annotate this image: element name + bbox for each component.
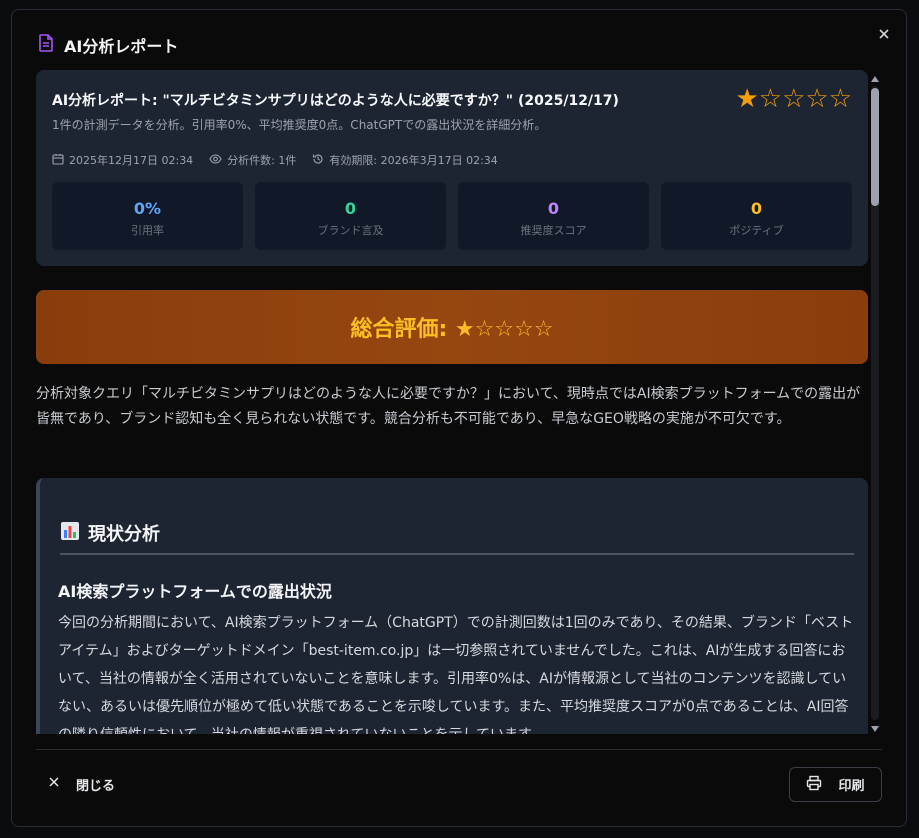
metric-label: 推奨度スコア xyxy=(520,224,587,237)
rating-stars: ★☆☆☆☆ xyxy=(735,84,852,114)
print-button[interactable]: 印刷 xyxy=(789,767,882,802)
document-icon xyxy=(38,34,54,56)
calendar-icon xyxy=(52,153,64,168)
bar-chart-icon xyxy=(60,521,80,546)
summary-title: AI分析レポート: "マルチビタミンサプリはどのような人に必要ですか？" (20… xyxy=(52,93,619,109)
metric-row: 0% 引用率 0 ブランド言及 0 推奨度スコア 0 ポジティブ xyxy=(52,182,852,250)
scrollbar[interactable] xyxy=(869,72,881,734)
metric-positive: 0 ポジティブ xyxy=(661,182,852,250)
metric-label: ポジティブ xyxy=(729,224,784,237)
meta-date: 2025年12月17日 02:34 xyxy=(52,152,193,168)
summary-description: 1件の計測データを分析。引用率0%、平均推奨度0点。ChatGPTでの露出状況を… xyxy=(52,118,547,132)
analysis-subheading: AI検索プラットフォームでの露出状況 xyxy=(58,582,332,601)
scroll-thumb[interactable] xyxy=(871,88,879,206)
metric-value: 0% xyxy=(133,199,162,218)
metric-value: 0 xyxy=(547,199,560,218)
metric-value: 0 xyxy=(750,199,763,218)
meta-expiry-text: 有効期限: 2026年3月17日 02:34 xyxy=(329,154,498,167)
meta-count: 分析件数: 1件 xyxy=(209,152,296,168)
summary-card: AI分析レポート: "マルチビタミンサプリはどのような人に必要ですか？" (20… xyxy=(36,70,868,266)
eye-icon xyxy=(209,153,222,168)
printer-icon xyxy=(806,775,822,795)
metric-label: ブランド言及 xyxy=(317,224,384,237)
meta-date-text: 2025年12月17日 02:34 xyxy=(69,154,194,167)
analysis-heading: 現状分析 xyxy=(60,520,160,546)
scroll-down-arrow-icon[interactable] xyxy=(871,726,879,732)
meta-row: 2025年12月17日 02:34 分析件数: 1件 有効期限: 2026年3月… xyxy=(52,152,498,168)
analysis-heading-text: 現状分析 xyxy=(88,524,160,545)
overall-rating-banner: 総合評価: ★☆☆☆☆ xyxy=(36,290,868,364)
print-button-label: 印刷 xyxy=(838,779,865,794)
analysis-card: 現状分析 AI検索プラットフォームでの露出状況 今回の分析期間において、AI検索… xyxy=(36,478,868,734)
close-icon[interactable] xyxy=(876,26,892,42)
close-icon xyxy=(48,776,60,792)
modal-title: AI分析レポート xyxy=(64,37,179,56)
metric-recommendation-score: 0 推奨度スコア xyxy=(458,182,649,250)
divider xyxy=(60,553,854,555)
metric-value: 0 xyxy=(344,199,357,218)
history-icon xyxy=(312,153,324,168)
metric-brand-mentions: 0 ブランド言及 xyxy=(255,182,446,250)
analysis-body: 今回の分析期間において、AI検索プラットフォーム（ChatGPT）での計測回数は… xyxy=(58,615,854,734)
intro-paragraph: 分析対象クエリ「マルチビタミンサプリはどのような人に必要ですか？」において、現時… xyxy=(36,386,861,427)
report-content: AI分析レポート: "マルチビタミンサプリはどのような人に必要ですか？" (20… xyxy=(36,70,868,734)
modal-header: AI分析レポート xyxy=(38,34,178,56)
close-button[interactable]: 閉じる xyxy=(48,772,115,796)
close-button-label: 閉じる xyxy=(76,778,116,794)
metric-citation-rate: 0% 引用率 xyxy=(52,182,243,250)
meta-expiry: 有効期限: 2026年3月17日 02:34 xyxy=(312,152,498,168)
meta-count-text: 分析件数: 1件 xyxy=(227,154,297,167)
overall-rating-text: 総合評価: ★☆☆☆☆ xyxy=(350,317,554,342)
metric-label: 引用率 xyxy=(131,224,164,237)
footer-divider xyxy=(36,749,882,750)
scroll-up-arrow-icon[interactable] xyxy=(871,76,879,82)
report-modal: AI分析レポート AI分析レポート: "マルチビタミンサプリはどのような人に必要… xyxy=(11,9,907,827)
